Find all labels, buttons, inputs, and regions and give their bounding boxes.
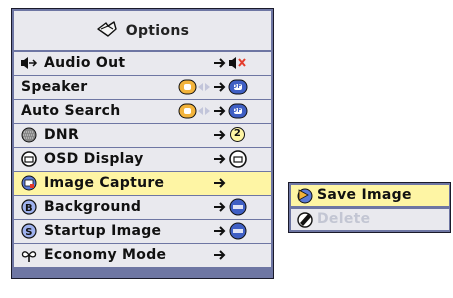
- menu-item-osd-display[interactable]: OSD Display: [14, 148, 271, 171]
- dnr-value-badge: 2: [230, 127, 245, 142]
- audio-out-icon: [21, 57, 38, 69]
- arrow-right-icon: [214, 226, 226, 236]
- image-capture-submenu: Save Image Delete: [288, 182, 451, 233]
- menu-item-background[interactable]: B Background: [14, 196, 271, 219]
- save-image-icon: [297, 188, 313, 204]
- menu-item-label: Startup Image: [44, 223, 162, 239]
- osd-display-value-icon: [229, 150, 247, 168]
- menu-item-label: Background: [44, 199, 142, 215]
- toggle-arrows-icon: [198, 107, 210, 115]
- toggle-arrows-icon: [198, 83, 210, 91]
- arrow-right-icon: [214, 82, 226, 92]
- dnr-icon: [21, 127, 37, 143]
- arrow-right-icon: [214, 130, 226, 140]
- options-menu: Options Audio Out Speaker OFF Auto Searc…: [11, 8, 274, 279]
- options-icon: [96, 20, 118, 42]
- startup-image-icon: S: [21, 223, 37, 239]
- menu-item-speaker[interactable]: Speaker OFF: [14, 76, 271, 99]
- svg-text:B: B: [25, 203, 33, 214]
- svg-text:S: S: [25, 227, 33, 238]
- menu-item-label: Speaker: [21, 79, 88, 95]
- submenu-item-label: Delete: [317, 211, 371, 227]
- arrow-right-icon: [214, 178, 226, 188]
- menu-title-text: Options: [125, 22, 190, 39]
- arrow-right-icon: [214, 106, 226, 116]
- background-icon: B: [21, 199, 37, 215]
- arrow-right-icon: [214, 202, 226, 212]
- menu-item-startup-image[interactable]: S Startup Image: [14, 220, 271, 243]
- menu-item-label: Audio Out: [44, 55, 126, 71]
- menu-item-image-capture[interactable]: Image Capture: [14, 172, 271, 195]
- delete-icon: [297, 212, 313, 228]
- auto-search-value: OFF: [232, 107, 247, 114]
- menu-item-label: DNR: [44, 127, 80, 143]
- on-badge-icon: [178, 79, 197, 95]
- osd-display-icon: [21, 151, 37, 167]
- economy-leaf-icon: [21, 251, 37, 262]
- menu-item-economy-mode[interactable]: Economy Mode: [14, 244, 271, 267]
- submenu-item-label: Save Image: [317, 187, 412, 203]
- menu-item-label: Image Capture: [44, 175, 165, 191]
- arrow-right-icon: [214, 250, 226, 260]
- submenu-item-save-image[interactable]: Save Image: [291, 185, 449, 206]
- on-badge-icon: [178, 103, 197, 119]
- menu-item-label: Auto Search: [21, 103, 121, 119]
- speaker-value: OFF: [232, 83, 247, 90]
- sharp-logo-badge-icon: [229, 198, 247, 216]
- arrow-right-icon: [214, 154, 226, 164]
- speaker-mute-icon: [229, 57, 246, 69]
- menu-item-label: OSD Display: [44, 151, 144, 167]
- menu-title: Options: [14, 11, 271, 50]
- menu-item-dnr[interactable]: DNR 2: [14, 124, 271, 147]
- submenu-item-delete[interactable]: Delete: [291, 209, 449, 230]
- arrow-right-icon: [214, 58, 226, 68]
- menu-item-label: Economy Mode: [44, 247, 167, 263]
- menu-item-audio-out[interactable]: Audio Out: [14, 52, 271, 75]
- menu-item-auto-search[interactable]: Auto Search OFF: [14, 100, 271, 123]
- sharp-logo-badge-icon: [229, 222, 247, 240]
- image-capture-icon: [21, 175, 37, 191]
